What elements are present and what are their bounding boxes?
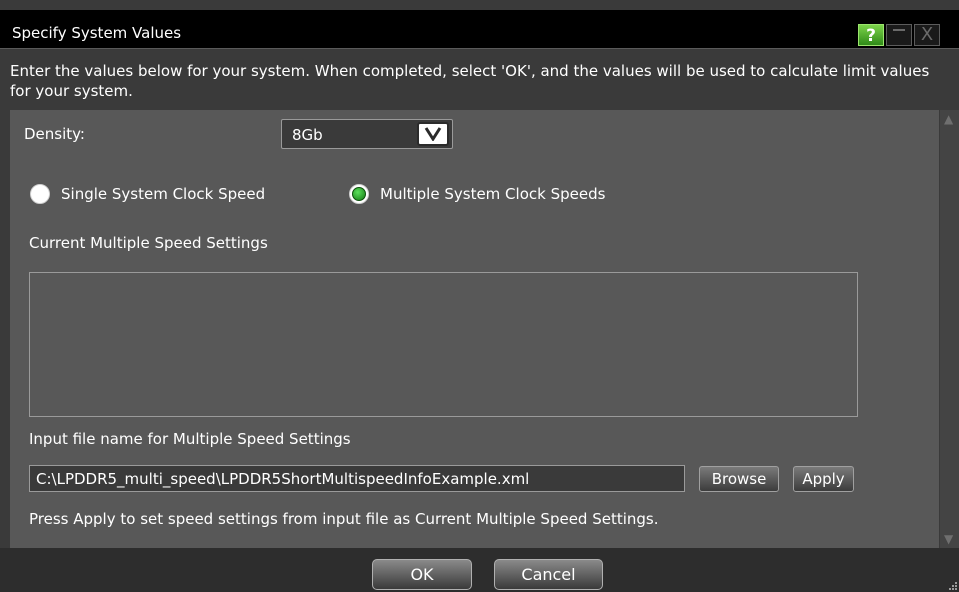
input-file-field[interactable] [29, 465, 685, 492]
density-value: 8Gb [292, 126, 323, 144]
multiple-clock-label[interactable]: Multiple System Clock Speeds [380, 185, 605, 203]
browse-button[interactable]: Browse [699, 466, 779, 492]
apply-button[interactable]: Apply [793, 466, 854, 492]
dropdown-arrow-icon[interactable] [417, 122, 449, 146]
density-label: Density: [24, 125, 85, 143]
resize-grip-icon[interactable] [949, 582, 957, 590]
scroll-down-icon[interactable]: ▼ [944, 532, 953, 546]
content-panel: Density: 8Gb Single System Clock Speed M… [10, 110, 939, 548]
cancel-button[interactable]: Cancel [494, 559, 603, 590]
intro-text: Enter the values below for your system. … [10, 62, 930, 100]
minimize-icon[interactable] [886, 24, 912, 46]
close-icon[interactable]: X [914, 24, 940, 46]
single-clock-label[interactable]: Single System Clock Speed [61, 185, 265, 203]
radio-selected-indicator [352, 187, 366, 201]
ok-button[interactable]: OK [372, 559, 472, 590]
scroll-up-icon[interactable]: ▲ [944, 112, 953, 126]
current-settings-label: Current Multiple Speed Settings [29, 234, 268, 252]
help-icon[interactable]: ? [858, 24, 884, 46]
single-clock-radio[interactable] [30, 184, 50, 204]
current-speed-settings-list[interactable] [29, 272, 858, 417]
input-file-label: Input file name for Multiple Speed Setti… [29, 430, 351, 448]
button-bar [0, 548, 959, 592]
apply-hint-text: Press Apply to set speed settings from i… [29, 510, 659, 528]
density-select[interactable]: 8Gb [281, 119, 453, 149]
title-bar[interactable]: Specify System Values ? X [0, 10, 959, 49]
specify-system-values-dialog: Specify System Values ? X Enter the valu… [0, 0, 959, 592]
window-title: Specify System Values [12, 24, 182, 42]
multiple-clock-radio[interactable] [349, 184, 369, 204]
vertical-scrollbar[interactable]: ▲ ▼ [940, 110, 959, 548]
